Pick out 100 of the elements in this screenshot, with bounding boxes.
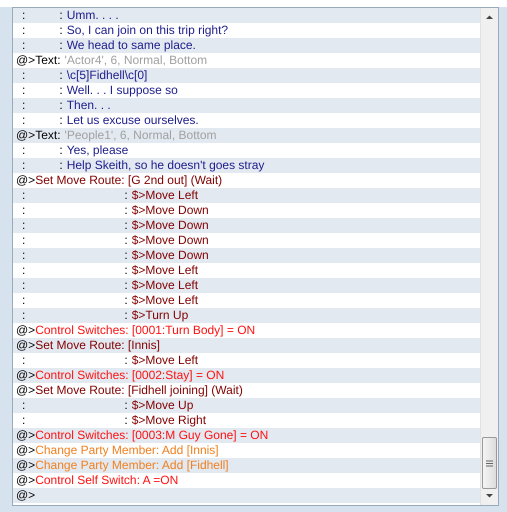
command-marker: : (21, 398, 26, 413)
event-command-row[interactable]: : : Umm. . . . (13, 8, 480, 23)
event-command-row[interactable]: : : $>Move Left (13, 278, 480, 293)
event-command-row[interactable]: : : Let us excuse ourselves. (13, 113, 480, 128)
command-text: Set Move Route: [Innis] (35, 338, 160, 353)
command-label: Text: (35, 128, 61, 143)
scroll-down-icon[interactable] (485, 491, 494, 500)
command-text: $>Move Left (132, 353, 198, 368)
command-separator: : (124, 203, 128, 218)
command-marker: : (21, 203, 26, 218)
event-command-row[interactable]: @>Change Party Member: Add [Fidhell] (13, 458, 480, 473)
event-command-row[interactable]: @>Text: 'Actor4', 6, Normal, Bottom (13, 53, 480, 68)
event-command-row[interactable]: @>Set Move Route: [Innis] (13, 338, 480, 353)
command-marker: : (21, 158, 26, 173)
command-separator: : (124, 308, 128, 323)
event-command-row[interactable]: @>Text: 'People1', 6, Normal, Bottom (13, 128, 480, 143)
command-text: Set Move Route: [Fidhell joining] (Wait) (35, 383, 243, 398)
scroll-up-icon[interactable] (485, 13, 494, 22)
command-text: $>Move Left (132, 293, 198, 308)
command-marker: : (21, 23, 26, 38)
command-text: $>Move Down (132, 203, 209, 218)
command-marker: : (21, 38, 26, 53)
command-text: Well. . . I suppose so (66, 83, 178, 98)
command-marker: @> (16, 173, 36, 188)
event-command-row[interactable]: @>Change Party Member: Add [Innis] (13, 443, 480, 458)
command-separator: : (124, 218, 128, 233)
event-command-row[interactable]: : : $>Move Down (13, 218, 480, 233)
event-command-row[interactable]: : : Well. . . I suppose so (13, 83, 480, 98)
scroll-thumb[interactable] (482, 437, 497, 489)
event-command-row[interactable]: : : Help Skeith, so he doesn't goes stray (13, 158, 480, 173)
event-command-row[interactable]: : : Yes, please (13, 143, 480, 158)
command-marker: @> (16, 338, 36, 353)
command-marker: @> (16, 128, 36, 143)
event-command-row[interactable]: @>Control Switches: [0001:Turn Body] = ON (13, 323, 480, 338)
command-text: Control Switches: [0003:M Guy Gone] = ON (35, 428, 268, 443)
event-command-row[interactable]: : : \c[5]Fidhell\c[0] (13, 68, 480, 83)
command-separator: : (59, 98, 63, 113)
command-marker: : (21, 143, 26, 158)
command-separator: : (59, 158, 63, 173)
event-command-row[interactable]: @>Set Move Route: [G 2nd out] (Wait) (13, 173, 480, 188)
command-separator: : (59, 38, 63, 53)
event-command-row[interactable]: : : $>Move Down (13, 248, 480, 263)
event-command-row[interactable]: : : $>Move Left (13, 353, 480, 368)
event-command-row[interactable]: : : $>Move Left (13, 263, 480, 278)
command-separator: : (124, 248, 128, 263)
command-text: So, I can join on this trip right? (66, 23, 228, 38)
command-marker: @> (16, 323, 36, 338)
command-marker: @> (16, 53, 36, 68)
command-separator: : (59, 143, 63, 158)
command-text: $>Move Left (132, 188, 198, 203)
command-marker: @> (16, 428, 36, 443)
command-label: Text: (35, 53, 61, 68)
command-separator: : (59, 8, 63, 23)
command-separator: : (124, 263, 128, 278)
command-separator: : (59, 83, 63, 98)
command-marker: : (21, 308, 26, 323)
command-marker: : (21, 263, 26, 278)
command-separator: : (124, 188, 128, 203)
command-text: We head to same place. (66, 38, 196, 53)
event-command-row[interactable]: @>Control Self Switch: A =ON (13, 473, 480, 488)
event-command-row[interactable]: : : We head to same place. (13, 38, 480, 53)
event-command-row[interactable]: : : So, I can join on this trip right? (13, 23, 480, 38)
command-text: $>Move Down (132, 218, 209, 233)
command-marker: : (21, 353, 26, 368)
command-separator: : (124, 413, 128, 428)
event-command-row[interactable]: : : $>Move Down (13, 233, 480, 248)
command-marker: : (21, 8, 26, 23)
event-command-row[interactable]: @>Set Move Route: [Fidhell joining] (Wait) (13, 383, 480, 398)
command-marker: : (21, 218, 26, 233)
command-text: Control Switches: [0001:Turn Body] = ON (35, 323, 256, 338)
event-command-row[interactable]: : : Then. . . (13, 98, 480, 113)
command-marker: : (21, 113, 26, 128)
event-command-row[interactable]: @>Control Switches: [0003:M Guy Gone] = ON (13, 428, 480, 443)
command-text: $>Move Down (132, 233, 209, 248)
command-marker: @> (16, 383, 36, 398)
grip-icon (486, 460, 493, 466)
command-separator: : (59, 23, 63, 38)
command-text: Help Skeith, so he doesn't goes stray (66, 158, 264, 173)
command-marker: : (21, 293, 26, 308)
command-marker: @> (16, 488, 36, 503)
command-text: $>Move Left (132, 263, 198, 278)
event-command-row[interactable]: : : $>Move Right (13, 413, 480, 428)
command-marker: @> (16, 443, 36, 458)
command-text: Control Self Switch: A =ON (35, 473, 178, 488)
event-command-row[interactable]: : : $>Move Left (13, 293, 480, 308)
command-text: Change Party Member: Add [Fidhell] (35, 458, 229, 473)
event-command-row[interactable]: : : $>Move Down (13, 203, 480, 218)
event-command-row[interactable]: : : $>Turn Up (13, 308, 480, 323)
command-text: Umm. . . . (66, 8, 119, 23)
event-command-row[interactable]: @> (13, 488, 480, 503)
scrollbar[interactable] (480, 8, 498, 505)
command-text: Change Party Member: Add [Innis] (35, 443, 219, 458)
command-marker: @> (16, 368, 36, 383)
command-text: Let us excuse ourselves. (66, 113, 199, 128)
event-command-row[interactable]: : : $>Move Up (13, 398, 480, 413)
command-marker: @> (16, 473, 36, 488)
event-command-row[interactable]: @>Control Switches: [0002:Stay] = ON (13, 368, 480, 383)
event-command-row[interactable]: : : $>Move Left (13, 188, 480, 203)
command-separator: : (124, 398, 128, 413)
command-marker: @> (16, 458, 36, 473)
